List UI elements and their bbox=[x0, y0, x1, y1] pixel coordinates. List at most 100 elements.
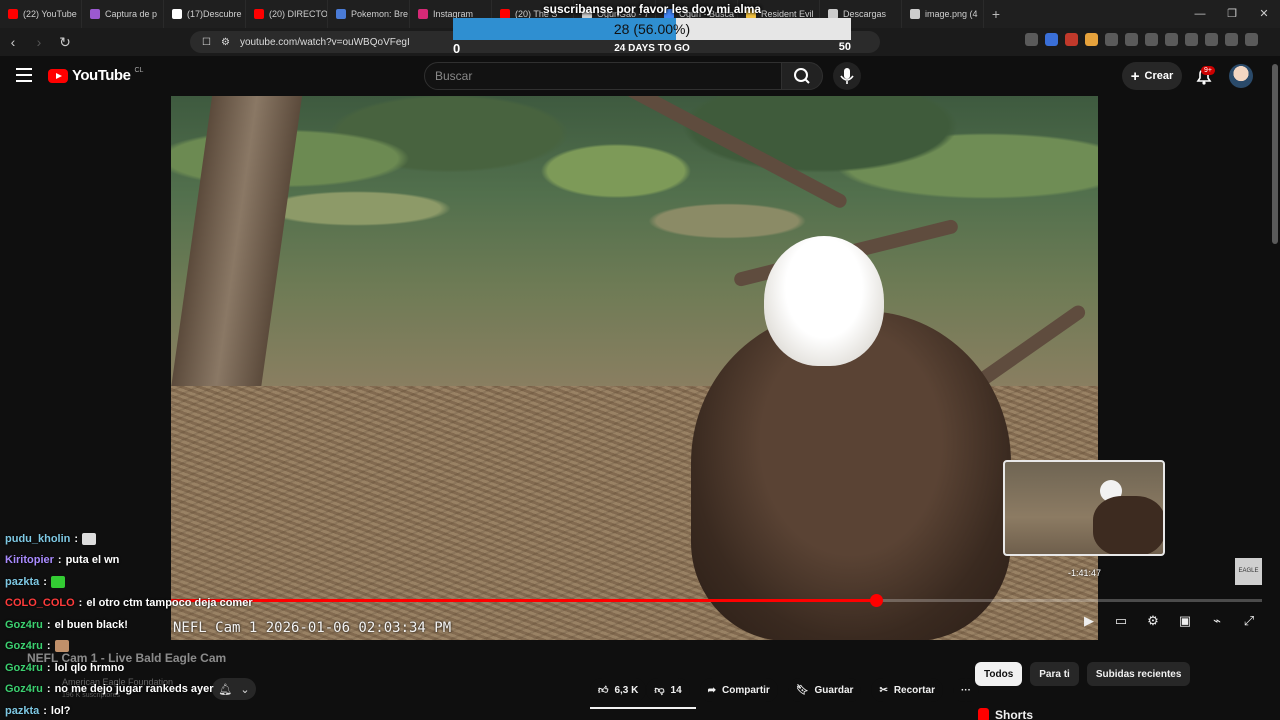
tab-label: (20) DIRECTO bbox=[269, 9, 328, 19]
chat-separator: : bbox=[46, 683, 51, 696]
chat-username: pazkta bbox=[5, 704, 40, 717]
bookmark-icon[interactable]: ☐ bbox=[202, 37, 211, 48]
filter-chip[interactable]: Subidas recientes bbox=[1086, 662, 1191, 686]
reload-button[interactable]: ↻ bbox=[52, 34, 78, 51]
scrub-preview-thumbnail bbox=[1003, 460, 1165, 556]
shorts-section-header: Shorts bbox=[978, 708, 1033, 720]
miniplayer-icon[interactable]: ▣ bbox=[1176, 612, 1194, 630]
chat-username: pazkta bbox=[5, 575, 40, 588]
chat-separator: : bbox=[43, 575, 47, 588]
chat-username: pudu_kholin bbox=[5, 532, 71, 545]
music-icon[interactable] bbox=[1165, 33, 1178, 46]
minimize-button[interactable]: — bbox=[1184, 0, 1216, 28]
filter-chip[interactable]: Para ti bbox=[1030, 662, 1079, 686]
chat-message: pazkta: lol? bbox=[5, 700, 315, 720]
extension-icon[interactable] bbox=[1085, 33, 1098, 46]
chat-message: Goz4ru: lol qlo hrmno bbox=[5, 657, 315, 679]
restore-button[interactable]: ❐ bbox=[1216, 0, 1248, 28]
extension-icon[interactable] bbox=[1025, 33, 1038, 46]
page-scrollbar[interactable] bbox=[1270, 56, 1280, 720]
forest-background bbox=[171, 96, 1098, 346]
eagle-foundation-logo: EAGLE bbox=[1235, 558, 1262, 585]
chat-separator: : bbox=[43, 704, 47, 717]
preview-time: -1:41:47 bbox=[1068, 568, 1102, 578]
chat-message: Goz4ru: no me dejo jugar rankeds ayer bbox=[5, 679, 315, 701]
share-icon: ➦ bbox=[707, 684, 717, 696]
like-button[interactable]: 👍︎ 6,3 K bbox=[590, 678, 647, 702]
chat-username: Goz4ru bbox=[5, 640, 43, 653]
browser-tab[interactable]: image.png (4 bbox=[902, 0, 984, 28]
chat-message: Goz4ru: el buen black! bbox=[5, 614, 315, 636]
youtube-logo[interactable]: YouTube CL bbox=[48, 67, 143, 84]
menu-icon[interactable] bbox=[16, 68, 32, 86]
progress-bar-extension[interactable] bbox=[1098, 599, 1262, 602]
close-window-button[interactable]: ✕ bbox=[1248, 0, 1280, 28]
chat-emote-icon bbox=[50, 575, 65, 588]
like-underline bbox=[590, 707, 696, 709]
menu-icon[interactable] bbox=[1245, 33, 1258, 46]
eagle-head bbox=[764, 236, 884, 366]
chat-text: el otro ctm tampoco deja comer bbox=[86, 597, 253, 610]
fullscreen-icon[interactable]: ⤢ bbox=[1240, 612, 1258, 630]
extension-icon[interactable] bbox=[1045, 33, 1058, 46]
extension-icons bbox=[1025, 33, 1258, 46]
chat-emote-icon bbox=[54, 640, 69, 653]
chat-message: pazkta: bbox=[5, 571, 315, 593]
filter-chip[interactable]: Todos bbox=[975, 662, 1023, 686]
extension-icon[interactable] bbox=[1125, 33, 1138, 46]
subtitles-icon[interactable]: ▭ bbox=[1112, 612, 1130, 630]
extension-icon[interactable] bbox=[1105, 33, 1118, 46]
settings-gear-icon[interactable]: ⚙ bbox=[1144, 612, 1162, 630]
avatar[interactable] bbox=[1229, 64, 1253, 88]
related-filter-chips: Todos Para ti Subidas recientes bbox=[975, 662, 1191, 686]
window-controls: — ❐ ✕ bbox=[1184, 0, 1280, 28]
back-button[interactable]: ‹ bbox=[0, 34, 26, 50]
chat-text: lol qlo hrmno bbox=[54, 661, 125, 674]
clip-button[interactable]: ✂ Recortar bbox=[871, 678, 943, 702]
new-tab-button[interactable]: + bbox=[984, 6, 1008, 22]
chat-username: Goz4ru bbox=[5, 661, 43, 674]
extension-icon[interactable] bbox=[1225, 33, 1238, 46]
cast-icon[interactable]: ⌁ bbox=[1208, 612, 1226, 630]
thumbs-up-icon: 👍︎ bbox=[598, 685, 609, 696]
youtube-play-icon bbox=[48, 68, 68, 83]
chat-message: COLO_COLO: el otro ctm tampoco deja comer bbox=[5, 593, 315, 615]
save-button[interactable]: 🔖︎ Guardar bbox=[787, 678, 862, 702]
extension-icon[interactable] bbox=[1065, 33, 1078, 46]
video-actions: 👍︎ 6,3 K 👎︎ 14 ➦ Compartir 🔖︎ Guardar ✂ … bbox=[590, 678, 979, 702]
scrollbar-thumb[interactable] bbox=[1272, 64, 1278, 244]
progress-scrubber[interactable] bbox=[869, 594, 883, 607]
sidebar-icon[interactable] bbox=[1185, 33, 1198, 46]
dislike-button[interactable]: 👎︎ 14 bbox=[646, 678, 690, 702]
goal-end: 50 bbox=[838, 41, 851, 53]
search-input[interactable]: Buscar bbox=[424, 62, 782, 90]
tab-favicon-icon bbox=[418, 9, 428, 19]
preview-eagle-body bbox=[1093, 496, 1163, 554]
chat-text: no me dejo jugar rankeds ayer bbox=[54, 683, 214, 696]
site-info-icon[interactable]: ⚙ bbox=[221, 37, 230, 48]
stream-chat-overlay: pudu_kholin: Kiritopier: puta el wn pazkta:… bbox=[5, 528, 315, 720]
share-button[interactable]: ➦ Compartir bbox=[699, 678, 778, 702]
chat-separator: : bbox=[46, 618, 51, 631]
browser-tab[interactable]: (17)Descubre bbox=[164, 0, 246, 28]
forward-button[interactable]: › bbox=[26, 34, 52, 50]
notification-badge: 9+ bbox=[1201, 66, 1215, 75]
browser-tab[interactable]: (22) YouTube bbox=[0, 0, 82, 28]
chat-username: Goz4ru bbox=[5, 683, 43, 696]
goal-days-left: 24 DAYS TO GO bbox=[614, 43, 690, 54]
search-button[interactable] bbox=[781, 62, 823, 90]
chat-text: lol? bbox=[50, 704, 71, 717]
browser-tab[interactable]: Pokemon: Bre bbox=[328, 0, 410, 28]
goal-progress-text: 28 (56.00%) bbox=[613, 21, 691, 37]
play-icon[interactable]: ▶ bbox=[1080, 612, 1098, 630]
chat-emote-icon bbox=[82, 532, 97, 545]
search-icon bbox=[794, 68, 810, 84]
browser-tab[interactable]: Captura de p bbox=[82, 0, 164, 28]
tab-label: (22) YouTube bbox=[23, 9, 77, 19]
create-button[interactable]: + Crear bbox=[1122, 62, 1182, 90]
voice-search-button[interactable] bbox=[833, 62, 861, 90]
chat-message: Kiritopier: puta el wn bbox=[5, 550, 315, 572]
extension-icon[interactable] bbox=[1205, 33, 1218, 46]
extension-icon[interactable] bbox=[1145, 33, 1158, 46]
browser-tab[interactable]: (20) DIRECTO bbox=[246, 0, 328, 28]
